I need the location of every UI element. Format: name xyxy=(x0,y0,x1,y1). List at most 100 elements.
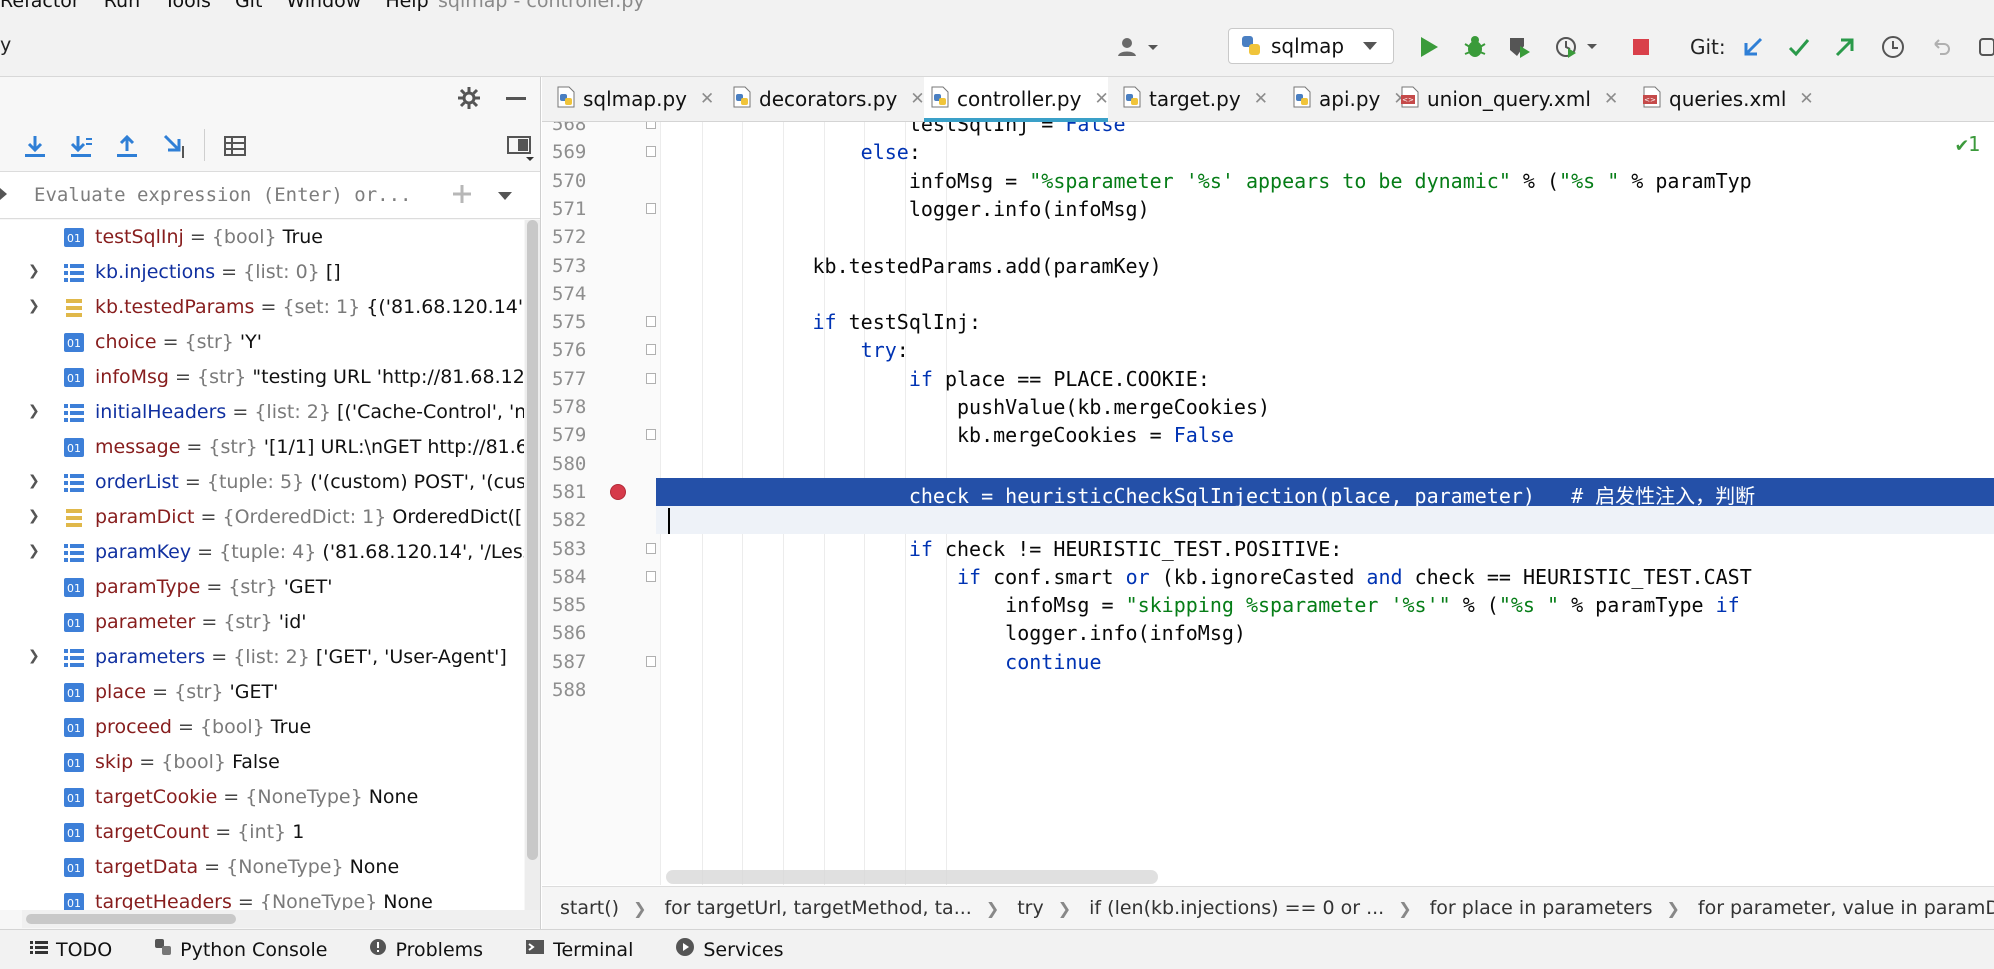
close-icon[interactable]: ✕ xyxy=(910,89,924,109)
variable-row[interactable]: 01 targetData = {NoneType} None xyxy=(0,850,524,885)
tool-todo[interactable]: TODO xyxy=(30,937,112,962)
breadcrumb-item[interactable]: for parameter, value in paramD xyxy=(1680,897,1994,919)
expand-arrow-icon[interactable]: ❯ xyxy=(28,543,40,559)
variables-horizontal-scrollbar[interactable] xyxy=(22,910,540,928)
breadcrumb-item[interactable]: start() xyxy=(542,897,633,919)
variable-row[interactable]: ❯ paramDict = {OrderedDict: 1} OrderedDic… xyxy=(0,500,524,535)
code-line[interactable]: 580 xyxy=(542,450,1994,478)
evaluate-table-icon[interactable] xyxy=(222,133,248,164)
code-line[interactable]: 573 kb.testedParams.add(paramKey) xyxy=(542,252,1994,280)
variable-row[interactable]: ❯ paramKey = {tuple: 4} ('81.68.120.14', … xyxy=(0,535,524,570)
close-icon[interactable]: ✕ xyxy=(1094,89,1108,109)
fold-marker-icon[interactable] xyxy=(646,122,656,129)
tool-problems[interactable]: Problems xyxy=(369,937,483,962)
tab-decorators-py[interactable]: decorators.py ✕ xyxy=(726,77,925,121)
fold-marker-icon[interactable] xyxy=(646,344,656,355)
fold-marker-icon[interactable] xyxy=(646,373,656,384)
variable-row[interactable]: 01 parameter = {str} 'id' xyxy=(0,605,524,640)
close-icon[interactable]: ✕ xyxy=(1604,89,1618,109)
inspection-ok-indicator[interactable]: ✔1 xyxy=(1956,132,1980,156)
fold-marker-icon[interactable] xyxy=(646,543,656,554)
close-icon[interactable]: ✕ xyxy=(700,89,714,109)
history-dropdown-icon[interactable] xyxy=(496,186,514,208)
code-line[interactable]: 575 if testSqlInj: xyxy=(542,308,1994,336)
step-over-icon[interactable] xyxy=(22,133,48,164)
breadcrumb-item[interactable]: for place in parameters xyxy=(1412,897,1667,919)
fold-marker-icon[interactable] xyxy=(646,571,656,582)
git-commit-icon[interactable] xyxy=(1784,32,1814,62)
fold-marker-icon[interactable] xyxy=(646,316,656,327)
tab-target-py[interactable]: target.py ✕ xyxy=(1116,77,1278,121)
minimize-icon[interactable] xyxy=(504,85,528,116)
gear-icon[interactable] xyxy=(456,85,482,116)
menu-item-help[interactable]: Help xyxy=(385,0,428,12)
expand-arrow-icon[interactable]: ❯ xyxy=(28,473,40,489)
tab-api-py[interactable]: api.py ✕ xyxy=(1286,77,1408,121)
collapse-arrow-icon[interactable] xyxy=(0,184,8,204)
execution-line[interactable]: 581 check = heuristicCheckSqlInjection(p… xyxy=(542,478,1994,508)
code-line[interactable]: 572 xyxy=(542,223,1994,251)
variable-row[interactable]: 01 message = {str} '[1/1] URL:\nGET http:… xyxy=(0,430,524,465)
menu-item-git[interactable]: Git xyxy=(235,0,262,12)
tool-services[interactable]: Services xyxy=(675,937,783,962)
variable-row[interactable]: ❯ parameters = {list: 2} ['GET', 'User-Ag… xyxy=(0,640,524,675)
code-line[interactable]: 586 logger.info(infoMsg) xyxy=(542,619,1994,647)
variable-row[interactable]: ❯ kb.injections = {list: 0} [] xyxy=(0,255,524,290)
variables-vertical-scrollbar[interactable] xyxy=(525,220,540,910)
fold-marker-icon[interactable] xyxy=(646,429,656,440)
variable-row[interactable]: 01 place = {str} 'GET' xyxy=(0,675,524,710)
git-update-icon[interactable] xyxy=(1738,32,1768,62)
tab-union-query-xml[interactable]: <> union_query.xml ✕ xyxy=(1394,77,1628,121)
variable-row[interactable]: 01 testSqlInj = {bool} True xyxy=(0,220,524,255)
tab-controller-py[interactable]: controller.py ✕ xyxy=(924,77,1109,122)
expand-arrow-icon[interactable]: ❯ xyxy=(28,648,40,664)
variable-row[interactable]: ❯ kb.testedParams = {set: 1} {('81.68.120… xyxy=(0,290,524,325)
editor-horizontal-scrollbar[interactable] xyxy=(666,870,1158,884)
variable-row[interactable]: 01 skip = {bool} False xyxy=(0,745,524,780)
expand-arrow-icon[interactable]: ❯ xyxy=(28,508,40,524)
variable-row[interactable]: 01 paramType = {str} 'GET' xyxy=(0,570,524,605)
stop-icon[interactable] xyxy=(1626,32,1656,62)
run-icon[interactable] xyxy=(1414,32,1444,62)
expand-arrow-icon[interactable]: ❯ xyxy=(28,403,40,419)
history-icon[interactable] xyxy=(1878,32,1908,62)
variable-row[interactable]: 01 choice = {str} 'Y' xyxy=(0,325,524,360)
code-line[interactable]: 584 if conf.smart or (kb.ignoreCasted an… xyxy=(542,563,1994,591)
expand-arrow-icon[interactable]: ❯ xyxy=(28,263,40,279)
layout-icon[interactable] xyxy=(506,133,536,168)
git-push-icon[interactable] xyxy=(1830,32,1860,62)
close-icon[interactable]: ✕ xyxy=(1254,89,1268,109)
code-line[interactable]: 569 else: xyxy=(542,138,1994,166)
tool-python-console[interactable]: Python Console xyxy=(154,937,327,962)
tool-terminal[interactable]: Terminal xyxy=(525,937,633,962)
debug-icon[interactable] xyxy=(1460,32,1490,62)
scrollbar-thumb[interactable] xyxy=(26,914,236,924)
breadcrumb-item[interactable]: try xyxy=(999,897,1058,919)
code-line[interactable]: 587 continue xyxy=(542,648,1994,676)
fold-marker-icon[interactable] xyxy=(646,146,656,157)
breakpoint-icon[interactable] xyxy=(610,484,626,500)
variable-row[interactable]: 01 targetCount = {int} 1 xyxy=(0,815,524,850)
profile-icon[interactable] xyxy=(1552,32,1602,62)
tab-queries-xml[interactable]: <> queries.xml ✕ xyxy=(1636,77,1814,121)
scrollbar-thumb[interactable] xyxy=(527,220,538,860)
variable-row[interactable]: 01 targetCookie = {NoneType} None xyxy=(0,780,524,815)
variable-row[interactable]: 01 infoMsg = {str} "testing URL 'http://8… xyxy=(0,360,524,395)
user-icon[interactable] xyxy=(1112,32,1164,62)
code-line[interactable]: 583 if check != HEURISTIC_TEST.POSITIVE: xyxy=(542,535,1994,563)
rollback-icon[interactable] xyxy=(1926,32,1956,62)
code-line[interactable]: 576 try: xyxy=(542,336,1994,364)
run-configuration-select[interactable]: sqlmap xyxy=(1228,28,1394,64)
menu-item-tools[interactable]: Tools xyxy=(164,0,211,12)
tab-sqlmap-py[interactable]: sqlmap.py ✕ xyxy=(550,77,718,121)
coverage-icon[interactable] xyxy=(1504,32,1534,62)
toolbar-breadcrumb[interactable]: y xyxy=(0,34,11,56)
variable-row[interactable]: 01 targetHeaders = {NoneType} None xyxy=(0,885,524,910)
code-line[interactable]: 582 xyxy=(542,506,1994,534)
code-line[interactable]: 588 xyxy=(542,676,1994,704)
more-icon[interactable] xyxy=(1972,32,1994,62)
run-to-cursor-icon[interactable] xyxy=(162,133,188,164)
code-line[interactable]: 568 testSqlInj = False xyxy=(542,122,1994,138)
breadcrumb-item[interactable]: if (len(kb.injections) == 0 or ... xyxy=(1071,897,1398,919)
variable-row[interactable]: 01 proceed = {bool} True xyxy=(0,710,524,745)
